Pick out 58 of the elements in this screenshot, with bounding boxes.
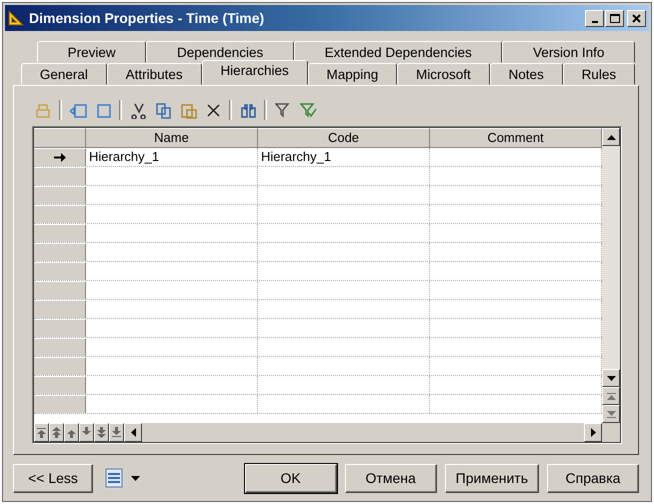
column-header[interactable]: Comment	[430, 128, 602, 147]
minimize-button[interactable]	[585, 10, 604, 26]
row-header[interactable]	[34, 148, 86, 166]
move-top-button[interactable]	[34, 423, 49, 442]
double-down-arrow-icon	[97, 427, 106, 438]
tab[interactable]: Preview	[37, 41, 146, 63]
ok-button[interactable]: OK	[244, 464, 337, 492]
triangle-ruler-icon	[8, 10, 24, 26]
right-triangle-icon	[590, 428, 596, 437]
vertical-scrollbar[interactable]	[602, 128, 620, 423]
tab[interactable]: Hierarchies	[202, 60, 308, 85]
minimize-icon	[592, 20, 598, 22]
scroll-top-button[interactable]	[602, 387, 620, 405]
up-arrow-icon	[67, 427, 76, 438]
column-header[interactable]: Code	[258, 128, 430, 147]
tab[interactable]: General	[21, 63, 107, 85]
column-header[interactable]: Name	[86, 128, 258, 147]
cancel-button[interactable]: Отмена	[344, 464, 437, 492]
scroll-left-button[interactable]	[124, 423, 142, 442]
tab[interactable]: Dependencies	[146, 41, 294, 63]
scroll-up-button[interactable]	[602, 128, 620, 146]
double-up-arrow-icon	[52, 427, 61, 438]
scroll-right-button[interactable]	[584, 423, 602, 442]
move-page-down-button[interactable]	[94, 423, 109, 442]
move-down-button[interactable]	[79, 423, 94, 442]
tab[interactable]: Rules	[562, 63, 635, 85]
up-triangle-icon	[606, 134, 616, 140]
apply-button[interactable]: Применить	[444, 464, 539, 492]
move-bottom-icon	[112, 427, 121, 438]
close-button[interactable]	[627, 10, 646, 26]
move-up-button[interactable]	[64, 423, 79, 442]
table-cell[interactable]: Hierarchy_1	[258, 148, 430, 166]
tab[interactable]: Version Info	[502, 41, 635, 63]
move-page-up-button[interactable]	[49, 423, 64, 442]
tab[interactable]: Attributes	[106, 63, 202, 85]
tab[interactable]: Notes	[490, 63, 563, 85]
close-icon	[632, 14, 641, 22]
horizontal-scrollbar[interactable]	[124, 423, 602, 442]
scroll-bottom-icon	[606, 410, 616, 418]
left-triangle-icon	[130, 428, 136, 437]
scroll-down-button[interactable]	[602, 369, 620, 387]
maximize-icon	[610, 14, 620, 22]
tab[interactable]: Extended Dependencies	[294, 41, 502, 63]
window-title: Dimension Properties - Time (Time)	[29, 10, 266, 26]
scroll-top-icon	[606, 392, 616, 400]
caret-icon	[131, 476, 140, 480]
move-top-icon	[37, 427, 46, 438]
down-arrow-icon	[82, 427, 91, 438]
scroll-bottom-button[interactable]	[602, 405, 620, 423]
help-button[interactable]: Справка	[547, 464, 639, 492]
tab[interactable]: Mapping	[308, 63, 398, 85]
maximize-button[interactable]	[605, 10, 624, 26]
tab[interactable]: Microsoft	[397, 63, 490, 85]
less-button[interactable]: << Less	[13, 464, 93, 492]
move-bottom-button[interactable]	[109, 423, 124, 442]
table-cell[interactable]: Hierarchy_1	[86, 148, 258, 166]
down-triangle-icon	[606, 376, 616, 380]
document-icon	[105, 468, 123, 488]
